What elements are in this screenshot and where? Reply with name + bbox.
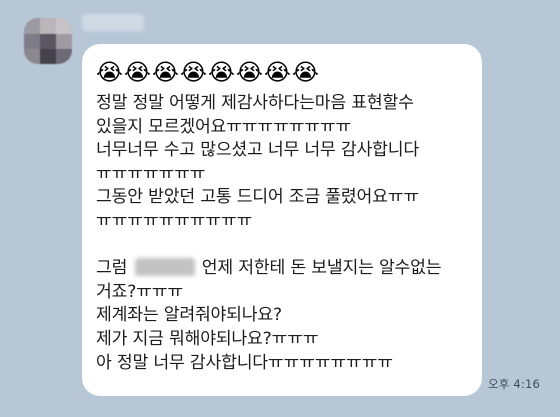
avatar-pixel [40, 49, 56, 64]
crying-face-icon: 😭 [208, 60, 235, 86]
message-line: 그럼 언제 저한테 돈 보낼지는 알수없는 [96, 257, 470, 281]
message-line: 너무너무 수고 많으셨고 너무 너무 감사합니다 [96, 140, 419, 161]
avatar-pixel [24, 49, 40, 64]
message-line: 그동안 받았던 고통 드디어 조금 풀렸어요ㅠㅠ [96, 187, 419, 208]
message-line: 아 정말 너무 감사합니다ㅠㅠㅠㅠㅠㅠㅠㅠ [96, 352, 393, 373]
crying-face-icon: 😭 [292, 60, 319, 86]
sender-avatar[interactable] [24, 18, 72, 64]
crying-face-icon: 😭 [264, 60, 291, 86]
crying-face-icon: 😭 [236, 60, 263, 86]
emoji-row: 😭 😭 😭 😭 😭 😭 😭 😭 [96, 56, 470, 90]
crying-face-icon: 😭 [152, 60, 179, 86]
avatar-pixel [56, 49, 72, 64]
sender-name-redacted [82, 14, 144, 31]
avatar-pixel [40, 18, 56, 34]
crying-face-icon: 😭 [96, 60, 123, 86]
message-text-segment: 언제 저한테 돈 보낼지는 알수없는 [201, 258, 442, 279]
avatar-pixel [24, 34, 40, 49]
message-line: ㅠㅠㅠㅠㅠㅠㅠㅠㅠㅠ [96, 210, 253, 231]
message-timestamp: 오후 4:16 [488, 377, 541, 391]
crying-face-icon: 😭 [180, 60, 207, 86]
redacted-name [134, 258, 195, 277]
message-line: 정말 정말 어떻게 제감사하다는마음 표현할수 [96, 93, 414, 113]
crying-face-icon: 😭 [124, 60, 151, 86]
message-text: 정말 정말 어떻게 제감사하다는마음 표현할수 있을지 모르겠어요ㅠㅠㅠㅠㅠㅠㅠ… [96, 92, 470, 375]
message-text-segment: 그럼 [96, 258, 128, 279]
message-line: 있을지 모르겠어요ㅠㅠㅠㅠㅠㅠㅠㅠ [96, 116, 352, 137]
chat-screen: 😭 😭 😭 😭 😭 😭 😭 😭 정말 정말 어떻게 제감사하다는마음 표현할수 … [0, 0, 560, 417]
message-line: 제가 지금 뭐해야되나요?ㅠㅠㅠ [96, 328, 319, 349]
avatar-pixel [24, 18, 40, 34]
avatar-pixel [40, 34, 56, 49]
message-bubble[interactable]: 😭 😭 😭 😭 😭 😭 😭 😭 정말 정말 어떻게 제감사하다는마음 표현할수 … [82, 44, 482, 396]
avatar-pixel [56, 18, 72, 34]
message-line: ㅠㅠㅠㅠㅠㅠㅠ [96, 163, 206, 184]
message-line: 거죠?ㅠㅠㅠ [96, 281, 183, 302]
avatar-pixel [56, 34, 72, 49]
message-line: 제계좌는 알려줘야되나요? [96, 305, 282, 326]
